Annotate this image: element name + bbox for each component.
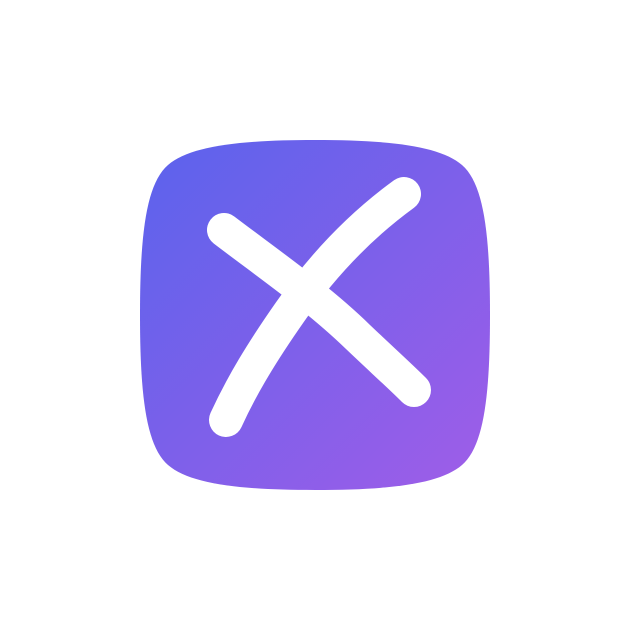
icon-canvas [0,0,630,630]
close-x-icon[interactable] [0,0,630,630]
